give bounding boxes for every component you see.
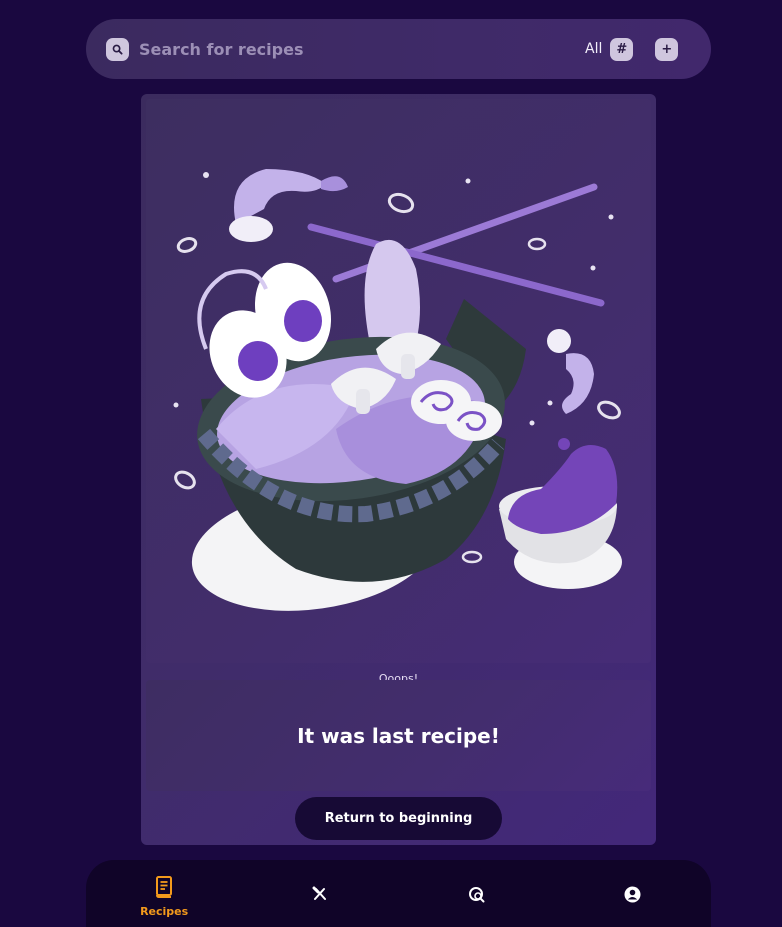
search-bar: All # + <box>86 19 711 79</box>
search-input[interactable] <box>139 39 579 59</box>
nav-item-dishes[interactable] <box>275 876 365 906</box>
bottom-nav: Recipes <box>86 860 711 927</box>
return-to-beginning-button[interactable]: Return to beginning <box>295 797 502 840</box>
nav-label-recipes: Recipes <box>140 905 189 918</box>
filter-label: All <box>585 41 603 57</box>
recipe-card: Ooops! It was last recipe! Return to beg… <box>141 94 656 845</box>
plus-icon[interactable]: + <box>655 37 679 61</box>
nav-item-recipes[interactable]: Recipes <box>119 876 209 918</box>
fork-knife-icon <box>312 886 328 906</box>
ramen-bowl-illustration <box>146 99 651 663</box>
message-box: It was last recipe! <box>146 680 651 791</box>
nav-item-profile[interactable] <box>588 876 678 907</box>
end-message: It was last recipe! <box>297 723 500 748</box>
search-dish-icon <box>468 886 485 907</box>
hash-icon[interactable]: # <box>610 37 634 61</box>
search-icon[interactable] <box>106 37 129 61</box>
app-page: All # + <box>0 0 782 927</box>
user-icon <box>624 886 641 907</box>
recipe-book-icon <box>154 876 174 902</box>
nav-item-search-dish[interactable] <box>432 876 522 907</box>
